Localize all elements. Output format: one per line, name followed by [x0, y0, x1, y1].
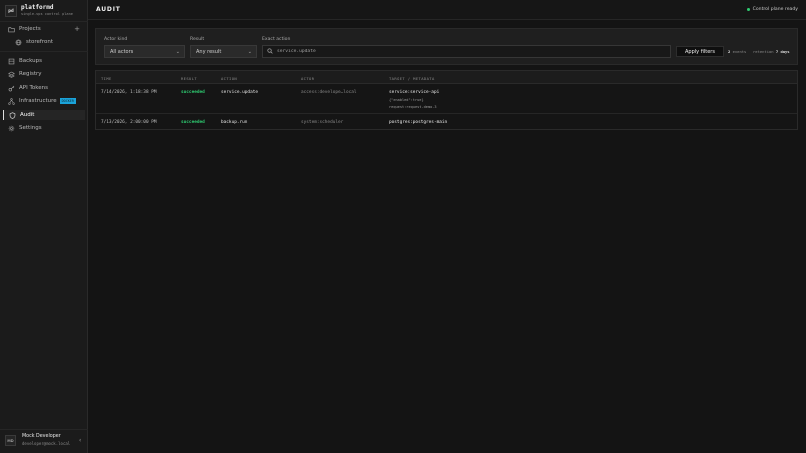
shield-icon [9, 111, 16, 119]
page-title: AUDIT [96, 6, 121, 13]
col-actor: ACTOR [301, 75, 315, 81]
col-time: TIME [101, 75, 112, 81]
sidebar-item-backups[interactable]: Backups [3, 56, 85, 66]
table-row[interactable]: 7/14/2026, 1:18:38 PM succeeded service.… [96, 85, 797, 114]
cell-time: 7/13/2026, 2:00:00 PM [101, 120, 157, 125]
cell-metadata: {"enabled":true} [389, 98, 424, 102]
actor-kind-value: All actors [110, 48, 134, 55]
chevron-left-icon[interactable]: ‹ [78, 437, 82, 444]
user-name: Mock Developer [22, 434, 61, 440]
divider [0, 21, 88, 22]
cell-actor: system:scheduler [301, 120, 344, 125]
folder-icon [8, 26, 15, 33]
sidebar-item-label: Projects [19, 26, 41, 32]
cell-result: succeeded [181, 90, 205, 95]
brand-subtitle: single-vps control plane [21, 11, 73, 16]
sidebar-item-label: Backups [19, 58, 43, 64]
exact-action-input[interactable] [277, 49, 657, 54]
sidebar-item-api-tokens[interactable]: API Tokens [3, 83, 85, 93]
col-action: ACTION [221, 75, 238, 81]
cell-actor: access:develope…local [301, 90, 357, 95]
sidebar-item-label: Infrastructure [19, 98, 57, 104]
audit-table: TIME RESULT ACTION ACTOR TARGET / METADA… [95, 70, 798, 130]
user-menu[interactable]: MD Mock Developer developer@mock.local ‹ [5, 433, 85, 448]
col-target: TARGET / METADATA [389, 75, 435, 81]
status-dot-icon [746, 8, 750, 11]
cell-action: backup.run [221, 120, 248, 125]
network-icon [8, 97, 15, 105]
filter-panel: Actor kind All actors ⌄ Result Any resul… [95, 28, 798, 65]
gear-icon [8, 125, 15, 132]
retention-info: retention 7 days [753, 49, 790, 54]
actor-kind-label: Actor kind [104, 37, 128, 42]
exact-action-label: Exact action [262, 37, 291, 42]
cell-target: postgres:postgres-main [389, 120, 448, 125]
result-label: Result [190, 37, 205, 42]
divider [0, 51, 88, 52]
exact-action-field[interactable] [262, 45, 671, 58]
cell-target: service:service-api [389, 90, 440, 95]
brand-logo: pd [5, 5, 17, 17]
sidebar-item-projects[interactable]: Projects + [3, 24, 85, 34]
add-project-button[interactable]: + [74, 25, 80, 33]
apply-filters-button[interactable]: Apply filters [676, 46, 724, 57]
cell-action: service.update [221, 90, 259, 95]
key-icon [8, 85, 15, 92]
brand-name: platformd [21, 4, 54, 12]
divider [0, 429, 88, 430]
docker-badge: DOCKER [59, 98, 76, 104]
layers-icon [8, 71, 15, 78]
sidebar-item-label: Registry [19, 71, 42, 77]
status-indicator: Control plane ready [746, 7, 798, 12]
avatar: MD [5, 435, 16, 446]
cell-request: request:request-demo-3 [389, 105, 437, 109]
sidebar-item-audit[interactable]: Audit [3, 110, 85, 120]
sidebar-item-label: storefront [26, 39, 53, 45]
database-icon [8, 58, 15, 65]
sidebar-item-registry[interactable]: Registry [3, 69, 85, 79]
sidebar-item-settings[interactable]: Settings [3, 123, 85, 133]
sidebar-item-storefront[interactable]: storefront [10, 37, 85, 47]
sidebar: pd platformd single-vps control plane Pr… [0, 0, 88, 453]
actor-kind-select[interactable]: All actors ⌄ [104, 45, 185, 58]
col-result: RESULT [181, 75, 198, 81]
status-text: Control plane ready [752, 7, 798, 12]
cell-time: 7/14/2026, 1:18:38 PM [101, 90, 157, 95]
top-bar: AUDIT Control plane ready [88, 0, 806, 20]
sidebar-item-infrastructure[interactable]: Infrastructure DOCKER [3, 96, 85, 106]
table-row[interactable]: 7/13/2026, 2:00:00 PM succeeded backup.r… [96, 115, 797, 129]
brand[interactable]: pd platformd single-vps control plane [5, 4, 85, 18]
sidebar-item-label: API Tokens [19, 85, 48, 91]
table-header: TIME RESULT ACTION ACTOR TARGET / METADA… [96, 71, 797, 84]
events-count: 2 events [728, 49, 747, 54]
user-email: developer@mock.local [22, 440, 71, 446]
chevron-down-icon: ⌄ [247, 49, 252, 55]
result-select[interactable]: Any result ⌄ [190, 45, 257, 58]
sidebar-item-label: Settings [19, 125, 42, 131]
globe-icon [15, 39, 22, 46]
chevron-down-icon: ⌄ [175, 49, 180, 55]
search-icon [267, 47, 273, 56]
result-value: Any result [196, 48, 222, 55]
sidebar-item-label: Audit [20, 112, 35, 118]
cell-result: succeeded [181, 120, 205, 125]
